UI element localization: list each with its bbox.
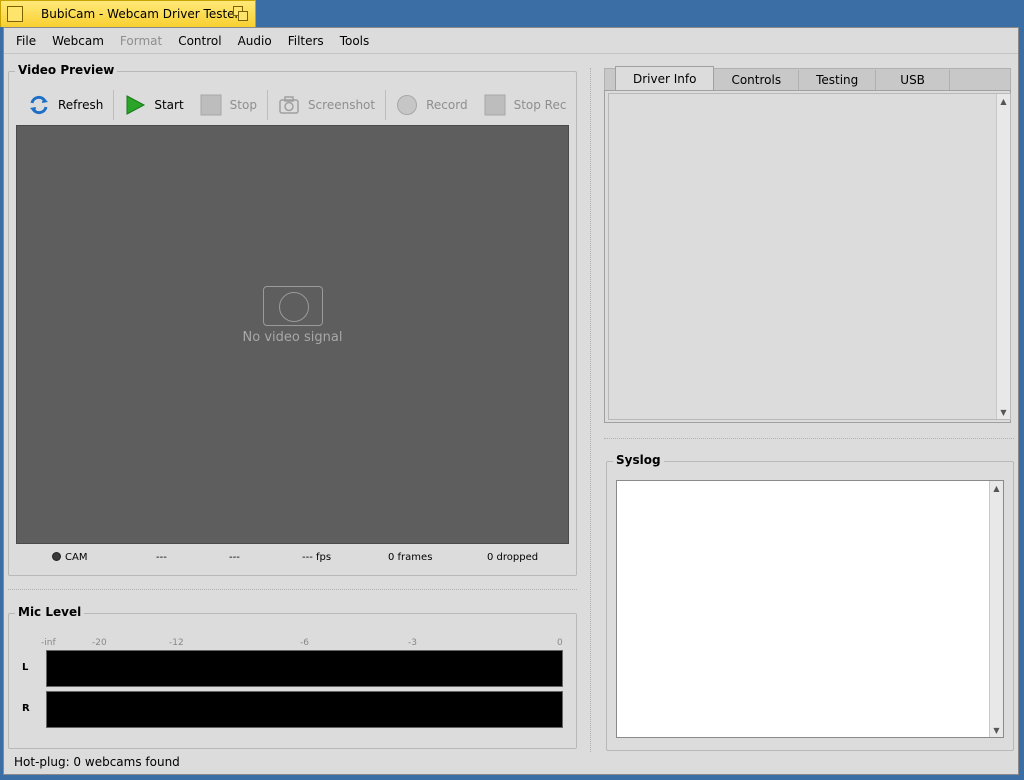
scale-label: -6 <box>300 638 309 648</box>
stop-button[interactable]: Stop <box>192 90 265 120</box>
screenshot-label: Screenshot <box>307 98 376 112</box>
stop-icon <box>200 94 222 116</box>
channel-right-label: R <box>22 703 30 714</box>
no-signal-placeholder: No video signal <box>17 286 568 345</box>
menu-filters[interactable]: Filters <box>280 34 332 48</box>
menu-control[interactable]: Control <box>170 34 229 48</box>
channel-left-label: L <box>22 662 29 673</box>
status-field-2: --- <box>229 551 240 563</box>
stop-rec-label: Stop Rec <box>513 98 567 112</box>
video-preview-title: Video Preview <box>15 63 118 77</box>
driver-info-panel: ▲ ▼ <box>604 90 1011 423</box>
splitter-horizontal-right[interactable] <box>604 438 1014 439</box>
refresh-label: Refresh <box>58 98 104 112</box>
toolbar-separator <box>385 90 387 120</box>
frames-readout: 0 frames <box>388 551 433 563</box>
dropped-readout: 0 dropped <box>487 551 539 563</box>
cam-led-icon <box>52 552 61 561</box>
camera-placeholder-icon <box>262 286 323 326</box>
record-label: Record <box>426 98 468 112</box>
main-window: File Webcam Format Control Audio Filters… <box>3 27 1019 775</box>
toolbar-separator <box>266 90 268 120</box>
tab-usb[interactable]: USB <box>876 70 950 90</box>
play-icon <box>124 94 146 116</box>
scroll-down-icon[interactable]: ▼ <box>990 723 1003 737</box>
window-title: BubiCam - Webcam Driver Tester <box>41 7 240 21</box>
screenshot-button[interactable]: Screenshot <box>270 90 383 120</box>
tab-bar: Driver Info Controls Testing USB <box>604 66 1011 90</box>
start-button[interactable]: Start <box>116 90 191 120</box>
meter-bar-left <box>46 650 563 687</box>
tab-controls[interactable]: Controls <box>714 70 800 90</box>
menu-webcam[interactable]: Webcam <box>44 34 112 48</box>
scroll-up-icon[interactable]: ▲ <box>990 481 1003 495</box>
menu-tools[interactable]: Tools <box>332 34 378 48</box>
driver-info-scrollbar[interactable]: ▲ ▼ <box>996 94 1010 419</box>
record-button[interactable]: Record <box>388 90 475 120</box>
menu-audio[interactable]: Audio <box>230 34 280 48</box>
tab-testing[interactable]: Testing <box>799 70 877 90</box>
statusbar: Hot-plug: 0 webcams found <box>4 750 1018 774</box>
menubar: File Webcam Format Control Audio Filters… <box>4 28 1018 54</box>
video-status-row: CAM --- --- --- fps 0 frames 0 dropped <box>16 546 569 568</box>
window-title-tab[interactable]: BubiCam - Webcam Driver Tester <box>0 0 256 27</box>
no-signal-text: No video signal <box>242 330 343 345</box>
stop-rec-button[interactable]: Stop Rec <box>476 90 575 120</box>
start-label: Start <box>154 98 184 112</box>
splitter-horizontal[interactable] <box>8 589 577 590</box>
mic-level-title: Mic Level <box>15 605 85 619</box>
menu-format[interactable]: Format <box>112 34 170 48</box>
menu-file[interactable]: File <box>8 34 44 48</box>
video-toolbar: Refresh Start Stop Screenshot Record Sto… <box>20 87 575 123</box>
syslog-scrollbar[interactable]: ▲ ▼ <box>989 481 1003 737</box>
syslog-text-area[interactable]: ▲ ▼ <box>616 480 1004 738</box>
camera-icon <box>278 94 300 116</box>
window-menu-icon[interactable] <box>7 6 23 22</box>
meter-bar-right <box>46 691 563 728</box>
cam-indicator: CAM <box>52 552 87 563</box>
video-preview-area[interactable]: No video signal <box>16 125 569 544</box>
splitter-vertical[interactable] <box>590 68 591 752</box>
toolbar-separator <box>113 90 115 120</box>
syslog-title: Syslog <box>613 453 664 467</box>
fps-readout: --- fps <box>302 551 332 563</box>
tab-driver-info[interactable]: Driver Info <box>615 66 715 90</box>
scale-label: 0 <box>557 638 563 648</box>
scale-label: -inf <box>41 638 56 648</box>
record-icon <box>396 94 418 116</box>
refresh-icon <box>28 94 50 116</box>
scale-label: -20 <box>92 638 107 648</box>
cam-label: CAM <box>65 551 88 563</box>
driver-info-content: ▲ ▼ <box>608 93 1011 420</box>
zoom-icon[interactable] <box>233 6 249 22</box>
stop-rec-icon <box>484 94 506 116</box>
refresh-button[interactable]: Refresh <box>20 90 111 120</box>
scroll-down-icon[interactable]: ▼ <box>997 405 1010 419</box>
scale-label: -12 <box>169 638 184 648</box>
scale-label: -3 <box>408 638 417 648</box>
status-field-1: --- <box>156 551 167 563</box>
statusbar-text: Hot-plug: 0 webcams found <box>14 755 180 769</box>
scroll-up-icon[interactable]: ▲ <box>997 94 1010 108</box>
stop-label: Stop <box>229 98 257 112</box>
